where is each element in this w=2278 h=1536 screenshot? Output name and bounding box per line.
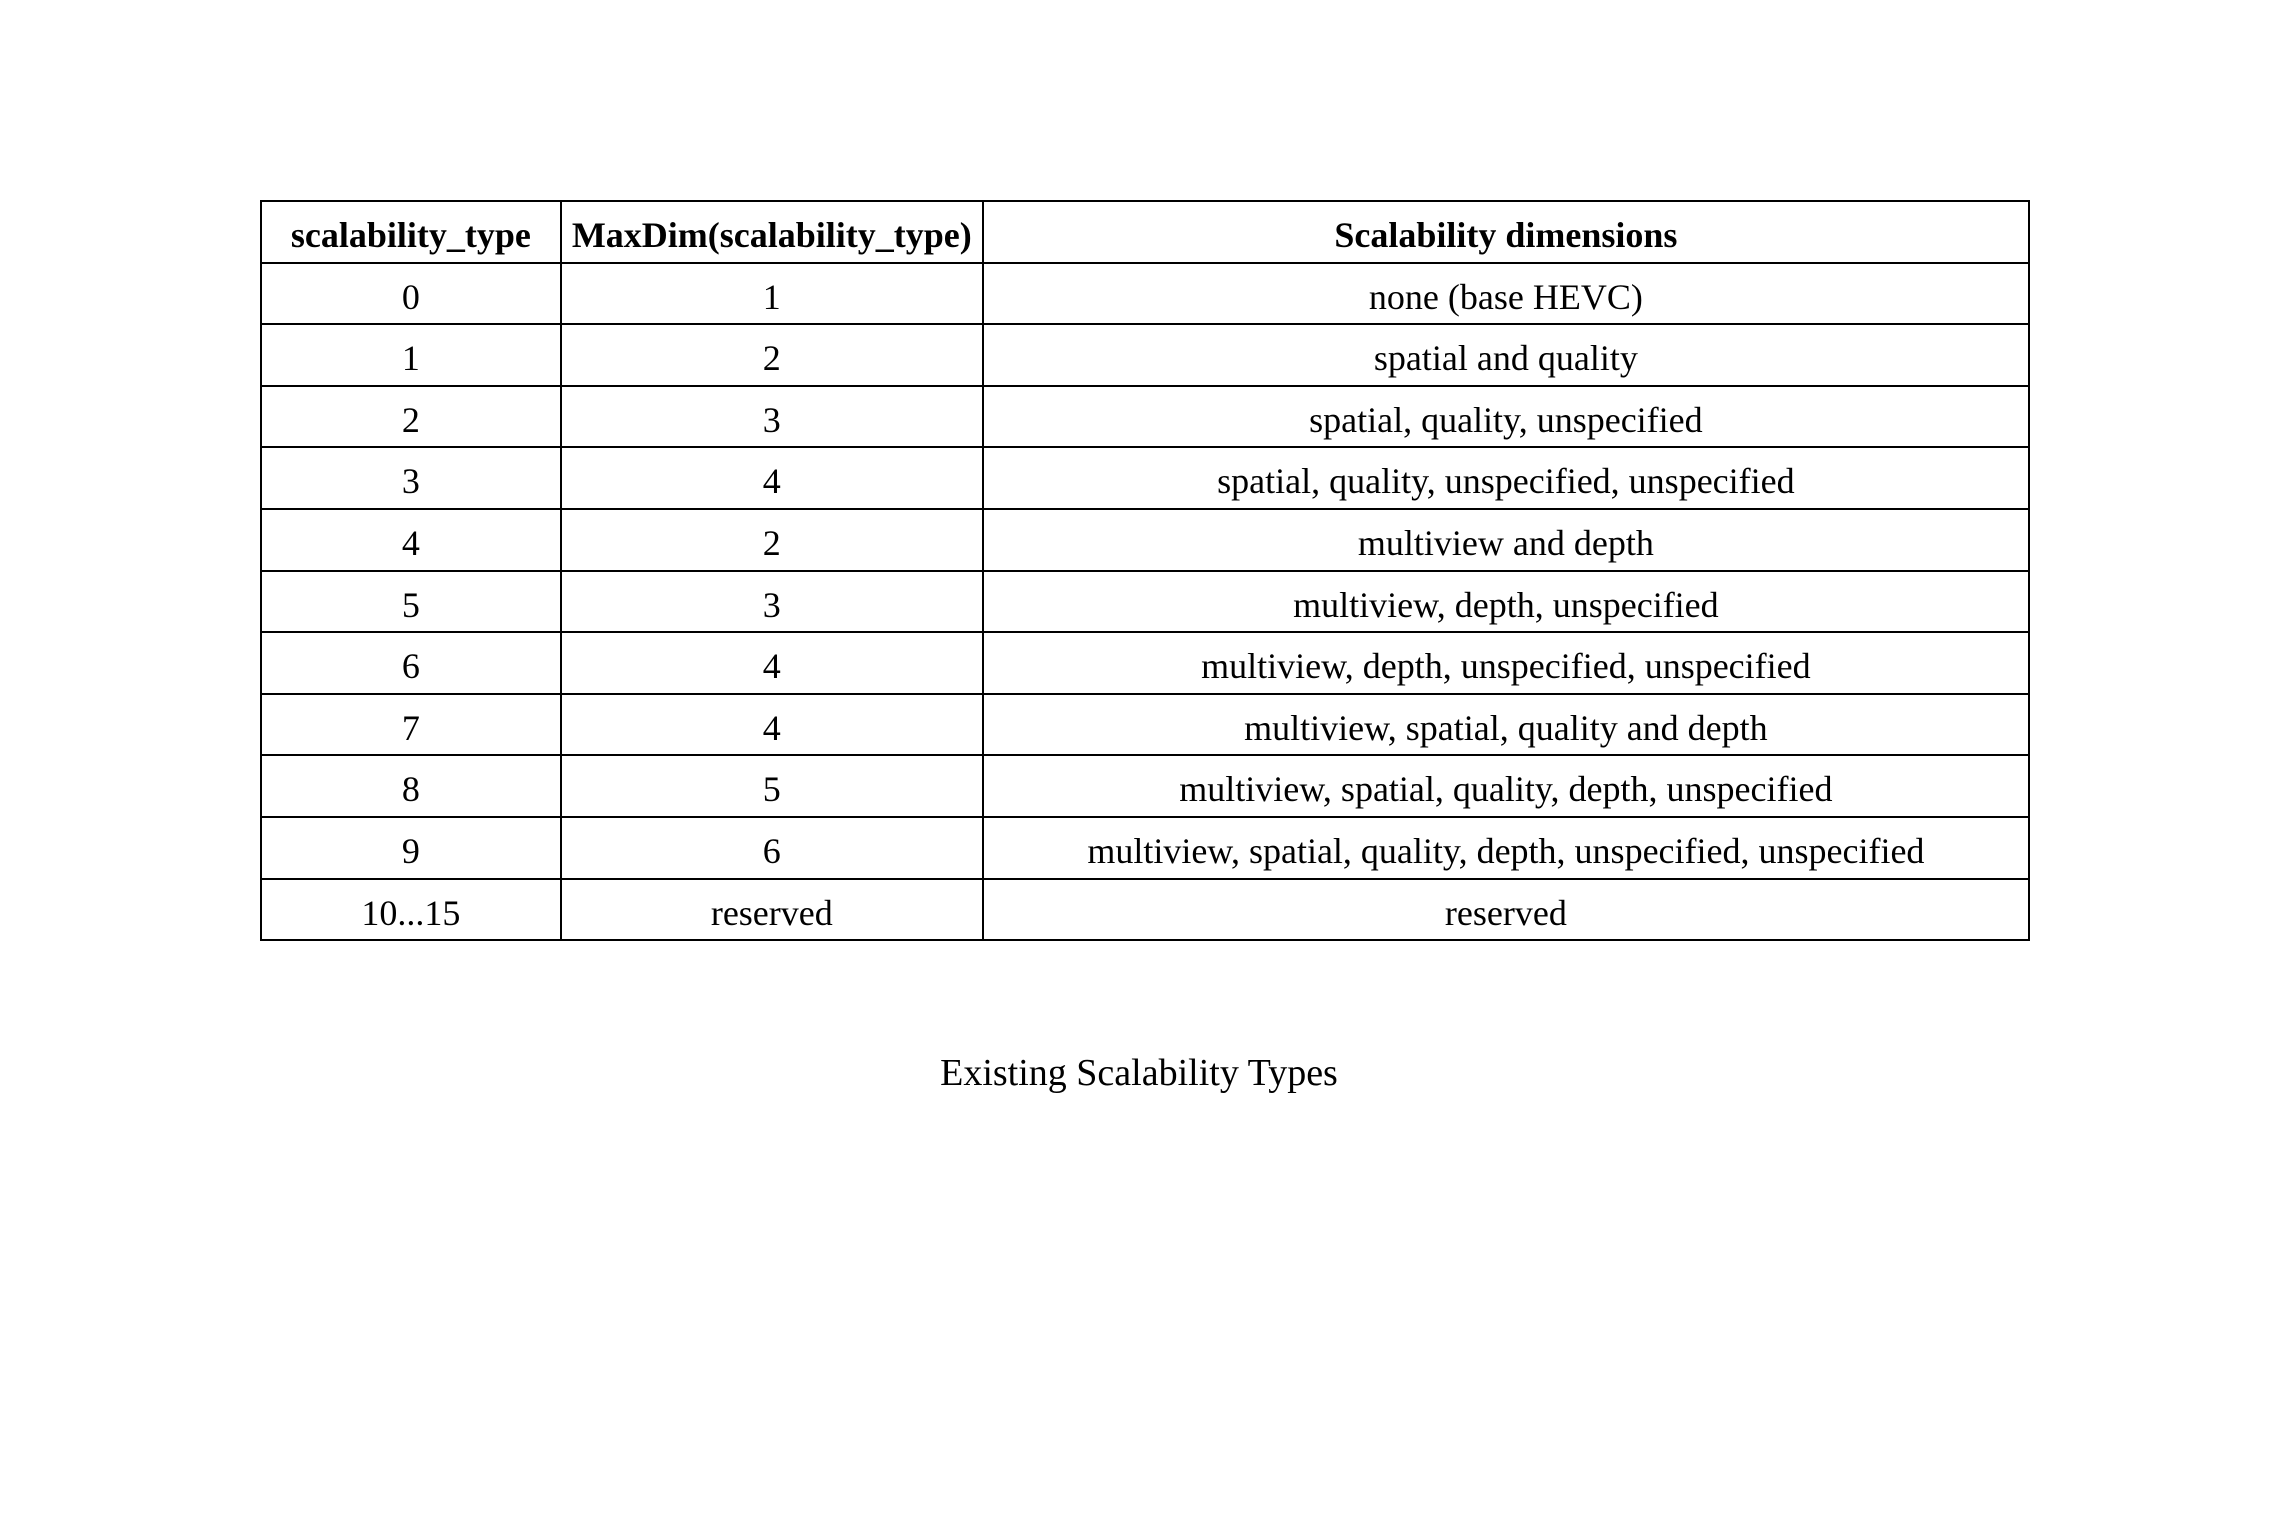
cell-scalability-type: 10...15 <box>261 879 561 941</box>
cell-scalability-type: 8 <box>261 755 561 817</box>
cell-maxdim: 1 <box>561 263 983 325</box>
table-row: 1 2 spatial and quality <box>261 324 2029 386</box>
table-row: 10...15 reserved reserved <box>261 879 2029 941</box>
table-row: 7 4 multiview, spatial, quality and dept… <box>261 694 2029 756</box>
cell-dimensions: multiview, spatial, quality and depth <box>983 694 2029 756</box>
cell-maxdim: reserved <box>561 879 983 941</box>
table-row: 5 3 multiview, depth, unspecified <box>261 571 2029 633</box>
cell-dimensions: spatial and quality <box>983 324 2029 386</box>
cell-maxdim: 6 <box>561 817 983 879</box>
header-scalability-type: scalability_type <box>261 201 561 263</box>
cell-dimensions: multiview, depth, unspecified <box>983 571 2029 633</box>
cell-maxdim: 3 <box>561 386 983 448</box>
cell-scalability-type: 3 <box>261 447 561 509</box>
cell-dimensions: none (base HEVC) <box>983 263 2029 325</box>
cell-scalability-type: 6 <box>261 632 561 694</box>
cell-dimensions: multiview, spatial, quality, depth, unsp… <box>983 755 2029 817</box>
table-row: 6 4 multiview, depth, unspecified, unspe… <box>261 632 2029 694</box>
cell-dimensions: spatial, quality, unspecified <box>983 386 2029 448</box>
header-maxdim: MaxDim(scalability_type) <box>561 201 983 263</box>
cell-maxdim: 5 <box>561 755 983 817</box>
cell-scalability-type: 1 <box>261 324 561 386</box>
cell-maxdim: 3 <box>561 571 983 633</box>
cell-scalability-type: 4 <box>261 509 561 571</box>
cell-scalability-type: 2 <box>261 386 561 448</box>
cell-scalability-type: 0 <box>261 263 561 325</box>
cell-dimensions: multiview and depth <box>983 509 2029 571</box>
cell-dimensions: multiview, depth, unspecified, unspecifi… <box>983 632 2029 694</box>
document-page: scalability_type MaxDim(scalability_type… <box>0 0 2278 1095</box>
cell-dimensions: reserved <box>983 879 2029 941</box>
table-row: 3 4 spatial, quality, unspecified, unspe… <box>261 447 2029 509</box>
cell-scalability-type: 7 <box>261 694 561 756</box>
table-row: 4 2 multiview and depth <box>261 509 2029 571</box>
table-row: 9 6 multiview, spatial, quality, depth, … <box>261 817 2029 879</box>
cell-maxdim: 4 <box>561 447 983 509</box>
scalability-types-table: scalability_type MaxDim(scalability_type… <box>260 200 2030 941</box>
table-row: 2 3 spatial, quality, unspecified <box>261 386 2029 448</box>
cell-dimensions: multiview, spatial, quality, depth, unsp… <box>983 817 2029 879</box>
cell-maxdim: 4 <box>561 694 983 756</box>
cell-scalability-type: 9 <box>261 817 561 879</box>
cell-maxdim: 2 <box>561 509 983 571</box>
header-scalability-dimensions: Scalability dimensions <box>983 201 2029 263</box>
cell-maxdim: 4 <box>561 632 983 694</box>
cell-maxdim: 2 <box>561 324 983 386</box>
table-caption: Existing Scalability Types <box>260 1051 2018 1095</box>
table-row: 0 1 none (base HEVC) <box>261 263 2029 325</box>
table-row: 8 5 multiview, spatial, quality, depth, … <box>261 755 2029 817</box>
cell-scalability-type: 5 <box>261 571 561 633</box>
cell-dimensions: spatial, quality, unspecified, unspecifi… <box>983 447 2029 509</box>
table-header-row: scalability_type MaxDim(scalability_type… <box>261 201 2029 263</box>
